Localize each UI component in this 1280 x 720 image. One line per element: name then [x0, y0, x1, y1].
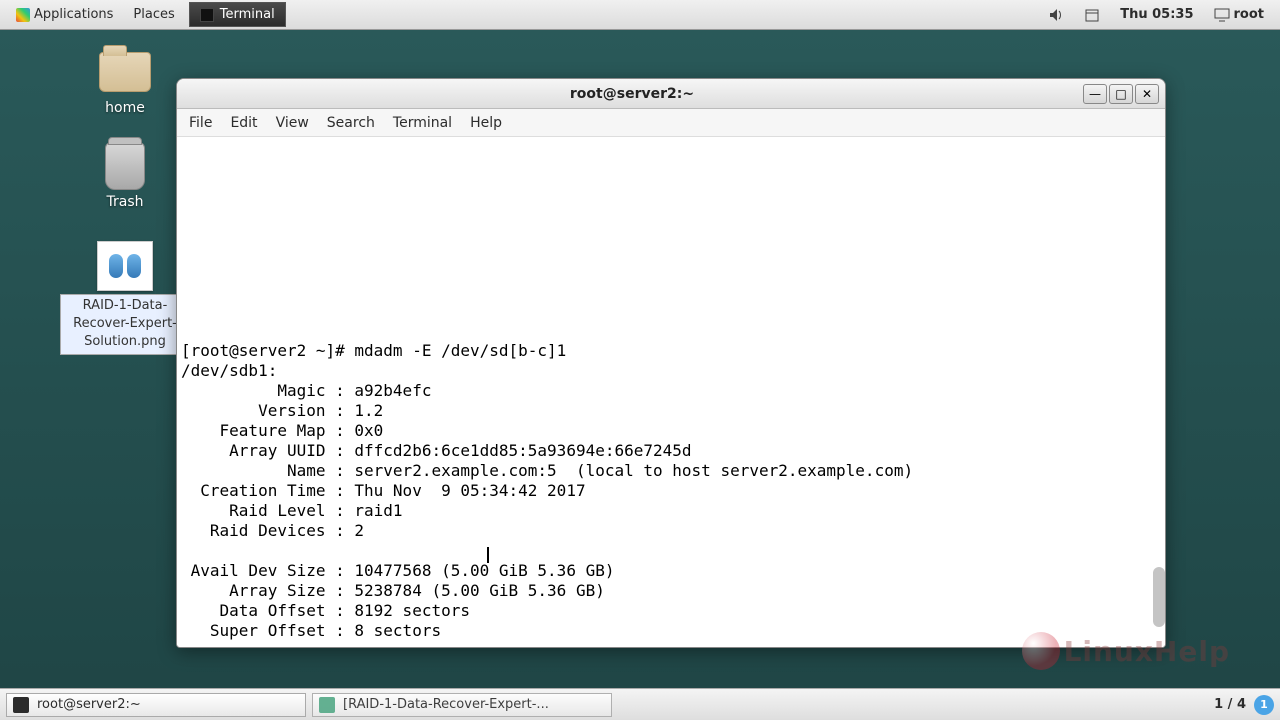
desktop-icons: home Trash RAID-1-Data-Recover-Expert-So…: [60, 50, 190, 355]
clock[interactable]: Thu 05:35: [1110, 3, 1203, 26]
folder-icon: [99, 52, 151, 92]
terminal-icon: [200, 8, 214, 22]
raid-png-file[interactable]: RAID-1-Data-Recover-Expert-Solution.png: [60, 244, 190, 355]
trash[interactable]: Trash: [97, 144, 153, 210]
image-file-icon: [97, 241, 153, 291]
maximize-button[interactable]: □: [1109, 84, 1133, 104]
text-cursor: [487, 547, 489, 563]
menu-help[interactable]: Help: [470, 115, 502, 131]
taskbar-image-viewer[interactable]: [RAID-1-Data-Recover-Expert-...: [312, 693, 612, 717]
places-label: Places: [133, 7, 174, 22]
home-label: home: [97, 100, 153, 116]
active-app-label: Terminal: [220, 7, 275, 22]
menu-file[interactable]: File: [189, 115, 212, 131]
menu-terminal[interactable]: Terminal: [393, 115, 452, 131]
apps-icon: [16, 8, 30, 22]
bottom-panel: root@server2:~ [RAID-1-Data-Recover-Expe…: [0, 688, 1280, 720]
places-menu[interactable]: Places: [123, 3, 184, 26]
page-indicator: 1 / 4 1: [1214, 695, 1274, 715]
menu-search[interactable]: Search: [327, 115, 375, 131]
calendar-icon[interactable]: [1074, 3, 1110, 27]
taskbar-terminal-label: root@server2:~: [37, 697, 141, 712]
active-app-button[interactable]: Terminal: [189, 2, 286, 27]
applications-menu[interactable]: Applications: [6, 3, 123, 26]
page-text: 1 / 4: [1214, 697, 1246, 712]
user-menu[interactable]: root: [1204, 3, 1275, 26]
trash-label: Trash: [97, 194, 153, 210]
terminal-body[interactable]: [root@server2 ~]# mdadm -E /dev/sd[b-c]1…: [177, 137, 1165, 647]
terminal-output: [root@server2 ~]# mdadm -E /dev/sd[b-c]1…: [181, 341, 1157, 641]
trash-icon: [105, 142, 145, 190]
raid-png-label: RAID-1-Data-Recover-Expert-Solution.png: [60, 294, 190, 355]
menubar: File Edit View Search Terminal Help: [177, 109, 1165, 137]
scrollbar[interactable]: [1153, 137, 1165, 647]
home-folder[interactable]: home: [97, 50, 153, 116]
minimize-button[interactable]: —: [1083, 84, 1107, 104]
watermark-icon: [1022, 632, 1060, 670]
terminal-task-icon: [13, 697, 29, 713]
monitor-icon: [1214, 8, 1230, 22]
applications-label: Applications: [34, 7, 113, 22]
taskbar-terminal[interactable]: root@server2:~: [6, 693, 306, 717]
taskbar-image-label: [RAID-1-Data-Recover-Expert-...: [343, 697, 549, 712]
image-task-icon: [319, 697, 335, 713]
volume-icon[interactable]: [1038, 3, 1074, 27]
window-title: root@server2:~: [183, 86, 1081, 102]
menu-view[interactable]: View: [276, 115, 309, 131]
watermark-logo: LinuxHelp: [1022, 632, 1230, 670]
menu-edit[interactable]: Edit: [230, 115, 257, 131]
titlebar[interactable]: root@server2:~ — □ ✕: [177, 79, 1165, 109]
user-label: root: [1234, 7, 1265, 22]
clock-label: Thu 05:35: [1120, 7, 1193, 22]
top-panel: Applications Places Terminal Thu 05:35 r…: [0, 0, 1280, 30]
scrollbar-thumb[interactable]: [1153, 567, 1165, 627]
terminal-window: root@server2:~ — □ ✕ File Edit View Sear…: [176, 78, 1166, 648]
workspace-switcher[interactable]: 1: [1254, 695, 1274, 715]
watermark-text: LinuxHelp: [1064, 635, 1230, 668]
close-button[interactable]: ✕: [1135, 84, 1159, 104]
